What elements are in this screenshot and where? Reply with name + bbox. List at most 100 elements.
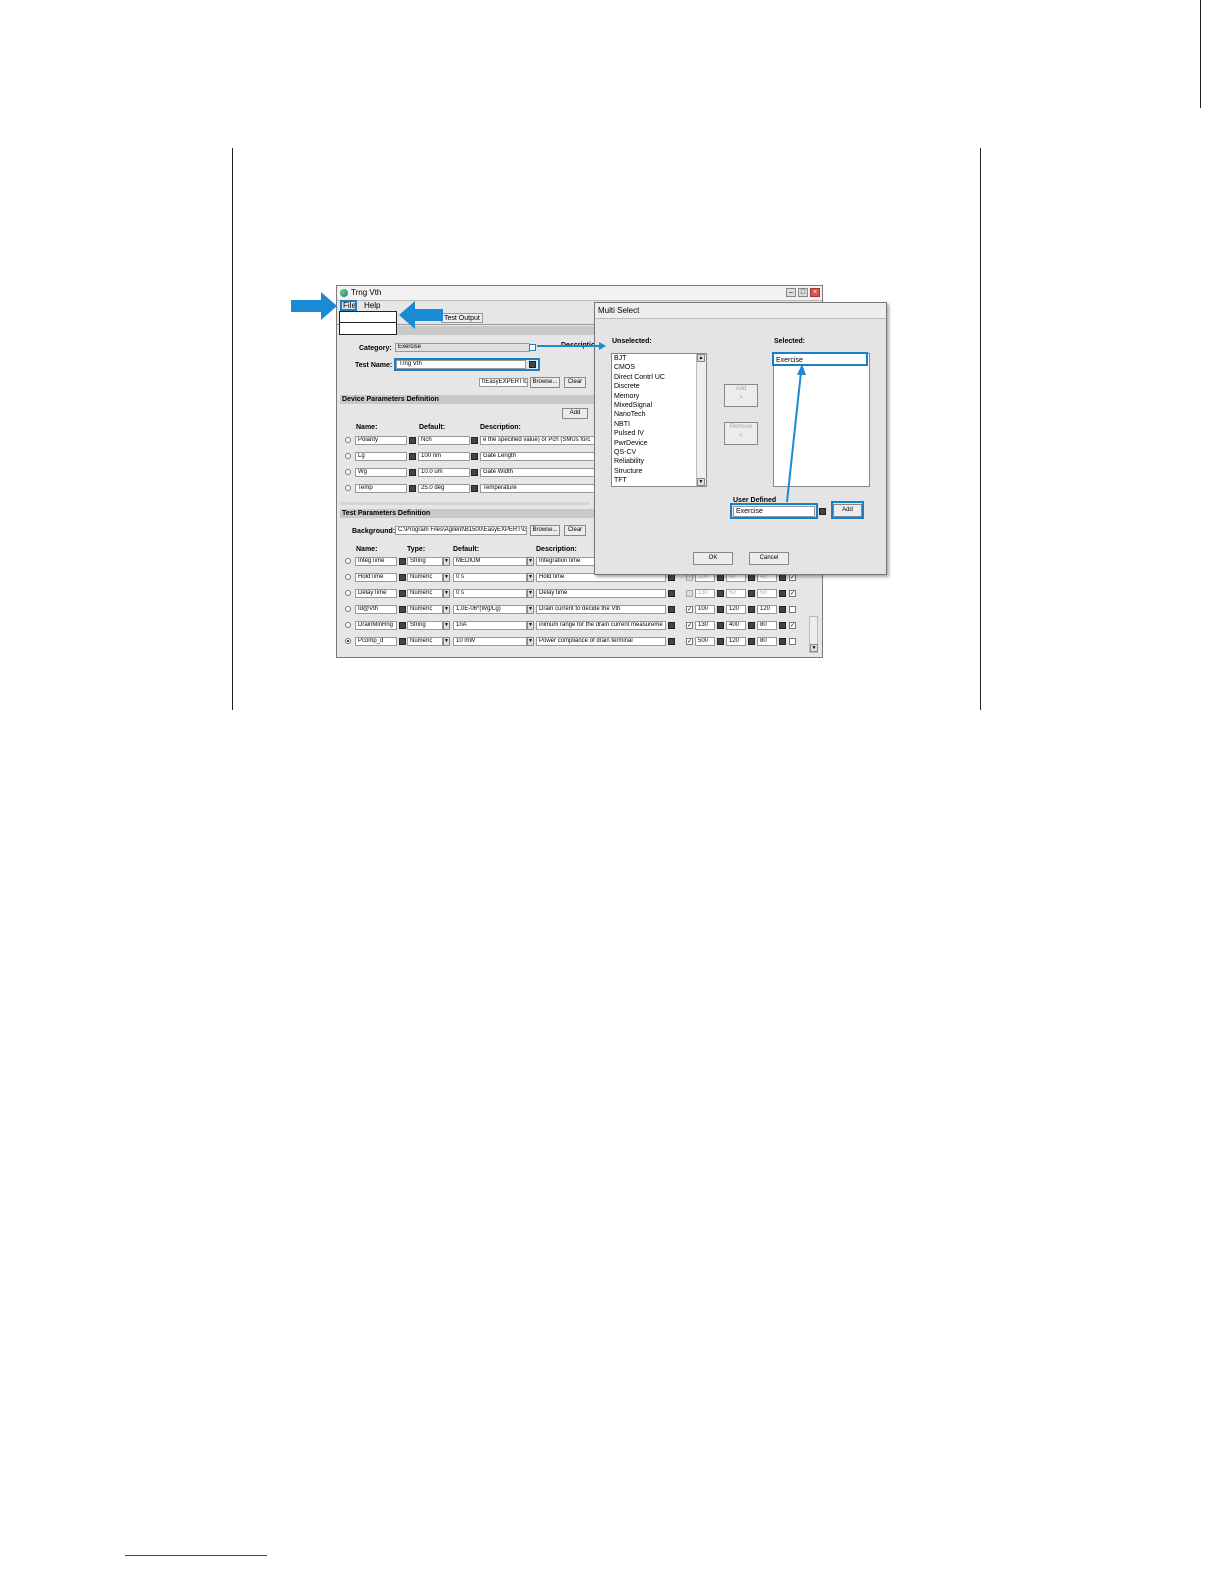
device-row-name-edit-icon[interactable] bbox=[409, 453, 416, 460]
test-row-value-3[interactable]: 120 bbox=[757, 605, 777, 614]
test-row-radio[interactable] bbox=[345, 574, 351, 580]
test-row-name[interactable]: Id@Vth bbox=[355, 605, 397, 614]
device-row-radio[interactable] bbox=[345, 453, 351, 459]
test-row-value-1-icon[interactable] bbox=[717, 590, 724, 597]
cancel-button[interactable]: Cancel bbox=[749, 552, 789, 565]
test-row-flag-checkbox[interactable] bbox=[789, 622, 796, 629]
category-picker-button[interactable] bbox=[529, 344, 536, 351]
test-row-type-dropdown-icon[interactable]: ▼ bbox=[443, 557, 450, 566]
test-row-type-dropdown-icon[interactable]: ▼ bbox=[443, 621, 450, 630]
test-row-name-edit-icon[interactable] bbox=[399, 590, 406, 597]
test-row-enable-checkbox[interactable] bbox=[686, 590, 693, 597]
test-row-type-dropdown-icon[interactable]: ▼ bbox=[443, 605, 450, 614]
test-row-name-edit-icon[interactable] bbox=[399, 574, 406, 581]
test-row-description-edit-icon[interactable] bbox=[668, 574, 675, 581]
device-row-description[interactable]: e the specified value) or Pch (SMUs forc bbox=[480, 436, 595, 445]
test-row-value-2-icon[interactable] bbox=[748, 574, 755, 581]
device-row-default-edit-icon[interactable] bbox=[471, 485, 478, 492]
device-row-name-edit-icon[interactable] bbox=[409, 469, 416, 476]
scroll-up-icon[interactable]: ▲ bbox=[697, 354, 705, 362]
device-row-name-edit-icon[interactable] bbox=[409, 437, 416, 444]
test-row-value-3[interactable]: 50 bbox=[757, 589, 777, 598]
device-row-radio[interactable] bbox=[345, 469, 351, 475]
test-row-flag-checkbox[interactable] bbox=[789, 590, 796, 597]
clear-button[interactable]: Clear bbox=[564, 377, 586, 388]
device-row-radio[interactable] bbox=[345, 485, 351, 491]
unselected-list-item[interactable]: Structure bbox=[612, 467, 706, 476]
test-row-description[interactable]: Power compliance of drain terminal bbox=[536, 637, 666, 646]
background-browse-button[interactable]: Browse... bbox=[530, 525, 560, 536]
test-row-enable-checkbox[interactable] bbox=[686, 574, 693, 581]
test-row-value-1[interactable]: 130 bbox=[695, 589, 715, 598]
test-row-default-dropdown-icon[interactable]: ▼ bbox=[527, 557, 534, 566]
device-row-name[interactable]: Temp bbox=[355, 484, 407, 493]
test-row-value-1[interactable]: 500 bbox=[695, 637, 715, 646]
test-row-default[interactable]: 1nA bbox=[453, 621, 527, 630]
test-row-type-dropdown-icon[interactable]: ▼ bbox=[443, 637, 450, 646]
minimize-icon[interactable]: – bbox=[786, 288, 796, 297]
test-row-default[interactable]: 0 s bbox=[453, 573, 527, 582]
device-row-description[interactable]: Gate Length bbox=[480, 452, 595, 461]
unselected-list-item[interactable]: QS-CV bbox=[612, 448, 706, 457]
test-row-default-dropdown-icon[interactable]: ▼ bbox=[527, 605, 534, 614]
device-row-default-edit-icon[interactable] bbox=[471, 453, 478, 460]
test-row-value-2[interactable]: 50 bbox=[726, 589, 746, 598]
test-row-description-edit-icon[interactable] bbox=[668, 638, 675, 645]
test-row-name-edit-icon[interactable] bbox=[399, 558, 406, 565]
test-row-type[interactable]: String bbox=[407, 621, 443, 630]
background-clear-button[interactable]: Clear bbox=[564, 525, 586, 536]
test-row-description[interactable]: Drain current to decide the Vth bbox=[536, 605, 666, 614]
test-row-value-2-icon[interactable] bbox=[748, 622, 755, 629]
test-row-value-2[interactable]: 400 bbox=[726, 621, 746, 630]
test-row-value-2-icon[interactable] bbox=[748, 590, 755, 597]
test-row-value-2[interactable]: 120 bbox=[726, 637, 746, 646]
test-row-type[interactable]: Numeric bbox=[407, 589, 443, 598]
test-row-value-3[interactable]: 80 bbox=[757, 621, 777, 630]
device-row-default-edit-icon[interactable] bbox=[471, 437, 478, 444]
test-row-value-2[interactable]: 120 bbox=[726, 605, 746, 614]
ok-button[interactable]: OK bbox=[693, 552, 733, 565]
test-row-flag-checkbox[interactable] bbox=[789, 606, 796, 613]
test-row-type-dropdown-icon[interactable]: ▼ bbox=[443, 589, 450, 598]
test-row-type[interactable]: String bbox=[407, 557, 443, 566]
test-row-type[interactable]: Numeric bbox=[407, 573, 443, 582]
test-row-value-3[interactable]: 80 bbox=[757, 637, 777, 646]
test-row-value-1-icon[interactable] bbox=[717, 638, 724, 645]
test-row-flag-checkbox[interactable] bbox=[789, 574, 796, 581]
device-row-radio[interactable] bbox=[345, 437, 351, 443]
test-row-value-1-icon[interactable] bbox=[717, 606, 724, 613]
scroll-down-icon[interactable]: ▼ bbox=[697, 478, 705, 486]
device-row-default[interactable]: 10.0 um bbox=[418, 468, 470, 477]
unselected-list-item[interactable]: CMOS bbox=[612, 363, 706, 372]
test-row-enable-checkbox[interactable] bbox=[686, 606, 693, 613]
test-row-flag-checkbox[interactable] bbox=[789, 638, 796, 645]
unselected-scrollbar[interactable]: ▲ ▼ bbox=[696, 354, 706, 486]
test-row-radio[interactable] bbox=[345, 590, 351, 596]
test-row-value-1-icon[interactable] bbox=[717, 622, 724, 629]
user-defined-edit-icon[interactable] bbox=[819, 508, 826, 515]
test-row-value-2-icon[interactable] bbox=[748, 606, 755, 613]
test-row-radio[interactable] bbox=[345, 622, 351, 628]
test-row-radio[interactable] bbox=[345, 606, 351, 612]
test-row-name-edit-icon[interactable] bbox=[399, 622, 406, 629]
test-row-enable-checkbox[interactable] bbox=[686, 622, 693, 629]
test-row-value-3-icon[interactable] bbox=[779, 590, 786, 597]
test-row-default-dropdown-icon[interactable]: ▼ bbox=[527, 621, 534, 630]
menu-help[interactable]: Help bbox=[364, 301, 380, 310]
test-row-name[interactable]: HoldTime bbox=[355, 573, 397, 582]
test-row-description[interactable]: inimum range for the drain current measu… bbox=[536, 621, 666, 630]
unselected-list-item[interactable]: TFT bbox=[612, 476, 706, 485]
test-row-description-edit-icon[interactable] bbox=[668, 590, 675, 597]
test-row-radio[interactable] bbox=[345, 638, 351, 644]
device-row-default[interactable]: 25.0 deg bbox=[418, 484, 470, 493]
test-row-value-1-icon[interactable] bbox=[717, 574, 724, 581]
unselected-list-item[interactable]: Discrete bbox=[612, 382, 706, 391]
test-row-name[interactable]: DelayTime bbox=[355, 589, 397, 598]
device-row-name-edit-icon[interactable] bbox=[409, 485, 416, 492]
path-field[interactable]: t\EasyEXPERT\Gr bbox=[479, 378, 528, 387]
test-row-default-dropdown-icon[interactable]: ▼ bbox=[527, 573, 534, 582]
test-row-name[interactable]: Pcomp_d bbox=[355, 637, 397, 646]
device-row-default[interactable]: Nch bbox=[418, 436, 470, 445]
test-row-default-dropdown-icon[interactable]: ▼ bbox=[527, 637, 534, 646]
unselected-list[interactable]: BJT CMOS Direct Contrl UC Discrete Memory Mix… bbox=[611, 353, 707, 487]
